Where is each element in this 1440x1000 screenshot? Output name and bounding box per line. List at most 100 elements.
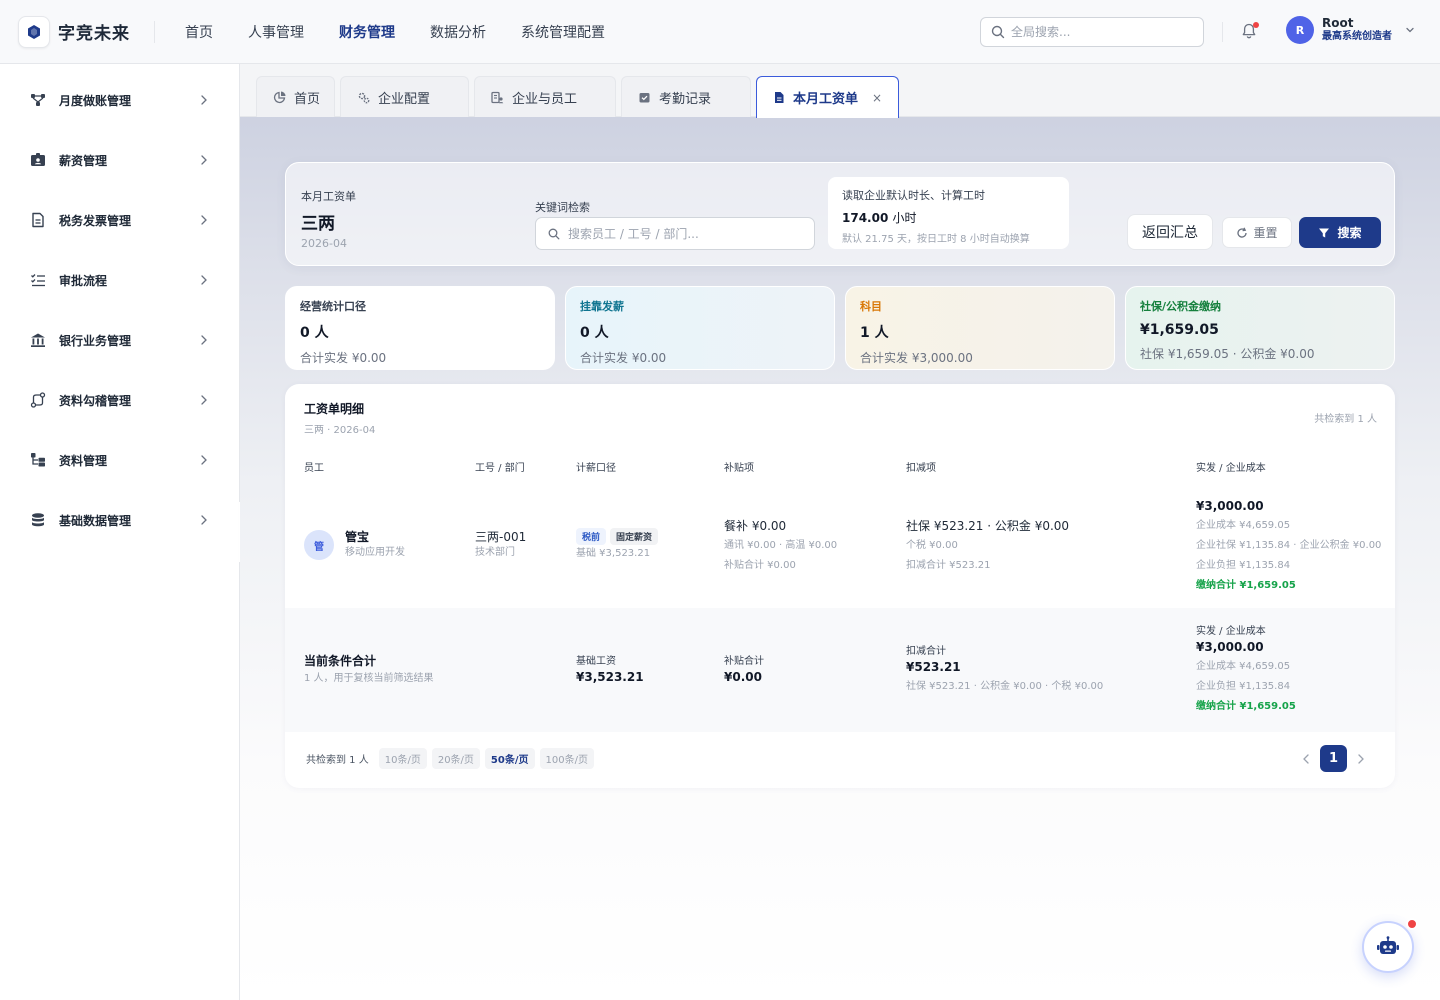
chevron-right-icon (201, 275, 207, 285)
sidebar-item-banking[interactable]: 银行业务管理 (0, 310, 239, 370)
income-tax: 个税 ¥0.00 (906, 540, 958, 551)
other-allowances: 通讯 ¥0.00 · 高温 ¥0.00 (724, 540, 838, 551)
reset-button[interactable]: 重置 (1222, 217, 1292, 248)
table-row[interactable]: 管 管宝 移动应用开发 三两-001 技术部门 税前 固定薪资 基础 ¥3,523… (285, 484, 1395, 608)
keyword-label: 关键词检索 (535, 201, 590, 214)
search-button[interactable]: 搜索 (1299, 217, 1381, 248)
sidebar-item-payroll[interactable]: 薪资管理 (0, 130, 239, 190)
chevron-right-icon (201, 215, 207, 225)
tab-home[interactable]: 首页 (256, 76, 335, 117)
keyword-search[interactable] (535, 217, 815, 250)
avatar: 管 (304, 530, 334, 560)
tab-label: 考勤记录 (659, 91, 712, 107)
main-content: 首页 企业配置 企业与员工 考勤记录 本月工资单 × 本月工资单 三两 2026… (240, 64, 1440, 1000)
chevron-right-icon (201, 395, 207, 405)
nav-home[interactable]: 首页 (185, 22, 213, 42)
chevron-right-icon (201, 335, 207, 345)
detail-title: 工资单明细 (304, 402, 365, 416)
sidebar-item-approval[interactable]: 审批流程 (0, 250, 239, 310)
stat-note: 合计实发 ¥0.00 (300, 351, 387, 365)
column-header: 工号 / 部门 (475, 463, 525, 474)
stat-caption: 科目 (860, 300, 882, 313)
net-pay: ¥3,000.00 (1196, 499, 1264, 513)
hours-unit: 小时 (892, 211, 917, 225)
tab-attendance[interactable]: 考勤记录 (621, 76, 751, 117)
chevron-left-icon (1303, 753, 1309, 764)
company-cost: 企业成本 ¥4,659.05 (1196, 520, 1291, 531)
chevron-right-icon (201, 155, 207, 165)
deduction-breakdown: 社保 ¥523.21 · 公积金 ¥0.00 · 个税 ¥0.00 (906, 681, 1104, 692)
sidebar-item-documents[interactable]: 资料管理 (0, 430, 239, 490)
employee-name: 管宝 (345, 530, 370, 544)
prev-page-button[interactable] (1299, 752, 1313, 766)
nav-analytics[interactable]: 数据分析 (430, 22, 486, 42)
nav-system-config[interactable]: 系统管理配置 (521, 22, 605, 42)
global-search-input[interactable] (1011, 25, 1191, 39)
net-caption: 实发 / 企业成本 (1196, 626, 1266, 637)
payslip-detail-card: 工资单明细 三两 · 2026-04 共检索到 1 人 员工 工号 / 部门 计… (285, 384, 1395, 788)
bank-icon (30, 332, 46, 348)
search-label: 搜索 (1337, 226, 1362, 240)
global-search[interactable] (980, 17, 1204, 47)
allowance-caption: 补贴合计 (724, 656, 764, 667)
ai-assistant-button[interactable] (1362, 921, 1414, 973)
result-count: 共检索到 1 人 (1314, 414, 1377, 425)
nav-hr[interactable]: 人事管理 (248, 22, 304, 42)
tab-monthly-payslip[interactable]: 本月工资单 × (756, 76, 899, 118)
user-role: 最高系统创造者 (1322, 31, 1392, 42)
summary-row: 当前条件合计 1 人，用于复核当前筛选结果 基础工资 ¥3,523.21 补贴合… (285, 608, 1395, 732)
page-size-10[interactable]: 10条/页 (378, 748, 427, 769)
tab-company-employees[interactable]: 企业与员工 (474, 76, 616, 117)
people-icon (491, 91, 504, 103)
robot-icon (1377, 936, 1399, 954)
base-salary-total: ¥3,523.21 (576, 670, 644, 684)
employee-position: 移动应用开发 (345, 547, 405, 558)
base-salary: 基础 ¥3,523.21 (576, 548, 651, 559)
filter-panel: 本月工资单 三两 2026-04 关键词检索 读取企业默认时长、计算工时 174… (285, 162, 1395, 266)
page-size-50[interactable]: 50条/页 (484, 748, 535, 769)
hours-caption: 读取企业默认时长、计算工时 (842, 189, 985, 202)
stat-caption: 经营统计口径 (300, 300, 366, 313)
brand-logo[interactable]: 字竞未来 (18, 15, 154, 48)
user-menu[interactable]: R Root 最高系统创造者 (1286, 16, 1416, 44)
deduction-total: ¥523.21 (906, 660, 961, 674)
page-number-button[interactable]: 1 (1320, 745, 1347, 772)
pagination-total: 共检索到 1 人 (306, 755, 369, 766)
checklist-icon (30, 272, 46, 288)
stat-card-operating: 经营统计口径 0 人 合计实发 ¥0.00 (285, 286, 555, 370)
sidebar-item-monthly-accounting[interactable]: 月度做账管理 (0, 70, 239, 130)
sidebar: 月度做账管理 薪资管理 税务发票管理 审批流程 银行业务管理 资料勾稽管理 资料… (0, 64, 240, 1000)
column-header: 实发 / 企业成本 (1196, 463, 1266, 474)
stat-card-social-insurance: 社保/公积金缴纳 ¥1,659.05 社保 ¥1,659.05 · 公积金 ¥0… (1125, 286, 1395, 370)
notifications-button[interactable] (1240, 22, 1260, 42)
work-hours-info: 读取企业默认时长、计算工时 174.00 小时 默认 21.75 天，按日工时 … (828, 177, 1069, 249)
close-icon[interactable]: × (872, 91, 882, 105)
stat-card-subject: 科目 1 人 合计实发 ¥3,000.00 (845, 286, 1115, 370)
page-size-100[interactable]: 100条/页 (539, 748, 594, 769)
stat-caption: 社保/公积金缴纳 (1140, 300, 1222, 313)
salary-type-tag: 固定薪资 (610, 528, 659, 545)
stat-note: 合计实发 ¥3,000.00 (860, 351, 973, 365)
sidebar-item-label: 薪资管理 (59, 153, 108, 168)
sidebar-item-label: 税务发票管理 (59, 213, 132, 228)
document-icon (30, 212, 46, 228)
tab-company-config[interactable]: 企业配置 (340, 76, 469, 117)
nav-finance[interactable]: 财务管理 (339, 22, 395, 42)
back-to-summary-button[interactable]: 返回汇总 (1127, 214, 1213, 250)
route-icon (30, 392, 46, 408)
next-page-button[interactable] (1354, 752, 1368, 766)
sidebar-item-label: 月度做账管理 (59, 93, 132, 108)
tab-label: 首页 (294, 91, 321, 107)
sidebar-item-base-data[interactable]: 基础数据管理 (0, 490, 239, 550)
page-size-20[interactable]: 20条/页 (431, 748, 480, 769)
stat-value: 0 人 (300, 325, 329, 341)
keyword-search-input[interactable] (568, 226, 808, 241)
reset-label: 重置 (1253, 226, 1278, 240)
filter-icon (1319, 228, 1330, 237)
search-icon (548, 228, 560, 239)
allowance-total: ¥0.00 (724, 670, 762, 684)
calendar-check-icon (639, 92, 650, 102)
sidebar-item-label: 资料管理 (59, 453, 108, 468)
sidebar-item-tax-invoice[interactable]: 税务发票管理 (0, 190, 239, 250)
sidebar-item-reconciliation[interactable]: 资料勾稽管理 (0, 370, 239, 430)
